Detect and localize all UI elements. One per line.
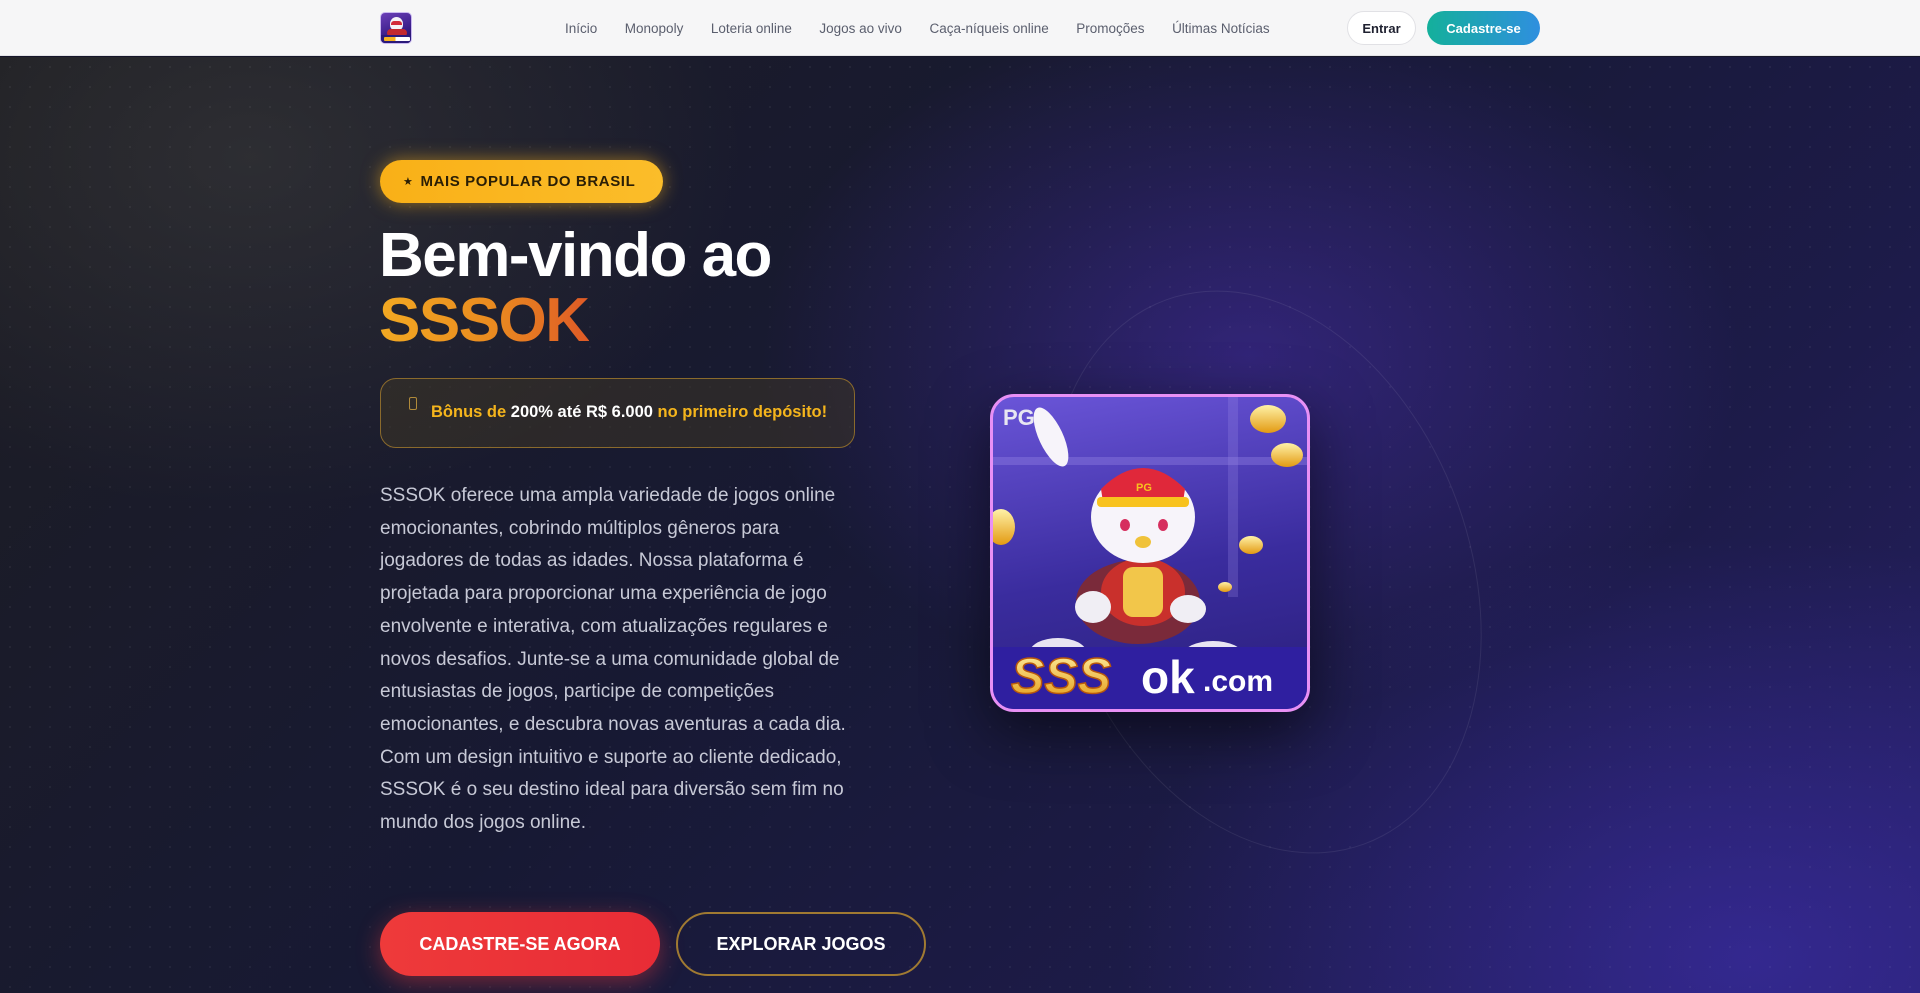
signup-button[interactable]: Cadastre-se [1427,11,1540,45]
provider-label: PG [1003,405,1035,430]
nav-item-caca-niqueis[interactable]: Caça-níqueis online [929,21,1048,36]
bonus-banner: Bônus de 200% até R$ 6.000 no primeiro d… [380,378,855,448]
nav-item-jogos-ao-vivo[interactable]: Jogos ao vivo [819,21,902,36]
login-button[interactable]: Entrar [1347,11,1416,45]
bonus-prefix: Bônus de [431,403,507,421]
badge-label: MAIS POPULAR DO BRASIL [420,173,636,190]
star-icon: ★ [403,176,414,188]
hero-title-line1: Bem-vindo ao [379,221,772,290]
rabbit-character: PG [1030,407,1243,669]
svg-text:PG: PG [1136,482,1152,494]
register-now-button[interactable]: CADASTRE-SE AGORA [380,912,660,976]
explore-games-button[interactable]: EXPLORAR JOGOS [676,912,926,976]
card-brand-ok: ok [1141,651,1195,703]
dot-pattern-background [0,57,1920,993]
hero-title-brand: SSSOK [379,286,590,355]
bonus-text: Bônus de 200% até R$ 6.000 no primeiro d… [431,403,827,422]
nav-item-monopoly[interactable]: Monopoly [625,21,684,36]
bonus-suffix: no primeiro depósito! [657,403,828,421]
nav-item-ultimas-noticias[interactable]: Últimas Notícias [1172,21,1270,36]
hero-section: ★ MAIS POPULAR DO BRASIL Bem-vindo ao SS… [0,57,1920,993]
nav-item-inicio[interactable]: Início [565,21,597,36]
card-brand-sss: SSS [1011,648,1111,704]
nav-item-loteria-online[interactable]: Loteria online [711,21,792,36]
nav-item-promocoes[interactable]: Promoções [1076,21,1144,36]
popular-badge: ★ MAIS POPULAR DO BRASIL [380,160,663,203]
main-menu: Início Monopoly Loteria online Jogos ao … [565,0,1297,56]
site-logo[interactable] [380,12,412,44]
game-card[interactable]: PG PG SSS ok .com [990,394,1310,712]
hero-description: SSSOK oferece uma ampla variedade de jog… [380,485,846,834]
gift-icon [409,397,417,410]
game-card-art: PG PG SSS ok .com [993,397,1307,709]
bonus-amount: 200% até R$ 6.000 [510,403,653,421]
card-brand-domain: .com [1203,665,1273,698]
top-navbar: Início Monopoly Loteria online Jogos ao … [0,0,1920,56]
